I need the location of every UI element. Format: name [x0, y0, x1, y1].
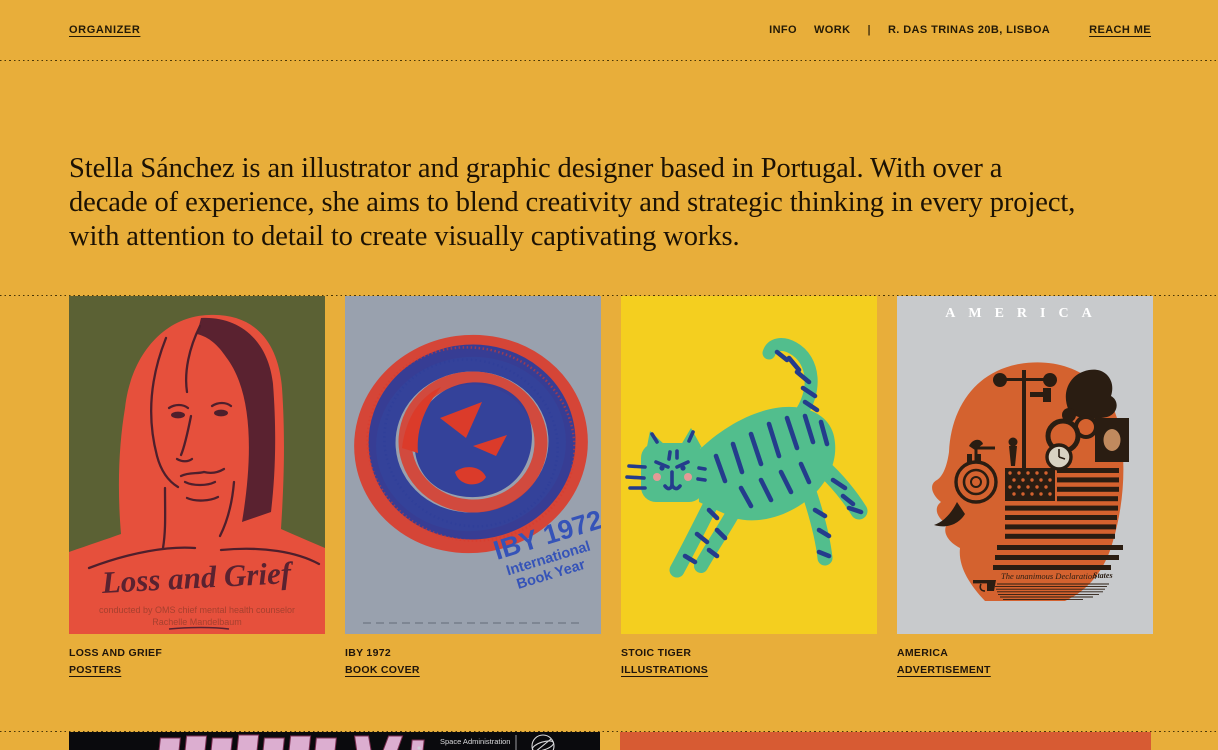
america-advertisement: AMERICA	[897, 296, 1153, 634]
project-caption: AMERICA ADVERTISEMENT	[897, 647, 1153, 678]
project-caption: STOIC TIGER ILLUSTRATIONS	[621, 647, 877, 678]
intro-line-2: decade of experience, she aims to blend …	[69, 186, 1158, 220]
declaration-states: States	[1093, 571, 1113, 580]
project-card-loss-and-grief: Loss and Grief conducted by OMS chief me…	[69, 296, 325, 678]
intro-paragraph: Stella Sánchez is an illustrator and gra…	[69, 152, 1158, 254]
america-heading: AMERICA	[945, 306, 1104, 321]
project-category-link[interactable]: ADVERTISEMENT	[897, 664, 991, 677]
project-title: IBY 1972	[345, 647, 601, 660]
project-category-link[interactable]: POSTERS	[69, 664, 121, 677]
stoic-tiger-illustration	[621, 296, 877, 634]
project-image-loss-and-grief[interactable]: Loss and Grief conducted by OMS chief me…	[69, 296, 325, 634]
intro-line-1: Stella Sánchez is an illustrator and gra…	[69, 152, 1158, 186]
logo-link[interactable]: ORGANIZER	[69, 24, 140, 36]
space-administration-text: Space Administration	[440, 737, 510, 746]
project-title: LOSS AND GRIEF	[69, 647, 325, 660]
poster-caption-2: Rachelle Mandelbaum	[152, 617, 242, 627]
project-image-stoic-tiger[interactable]	[621, 296, 877, 634]
main-nav: INFO WORK | R. DAS TRINAS 20B, LISBOA RE…	[769, 24, 1151, 36]
declaration-text-lines	[995, 584, 1109, 600]
project-caption: LOSS AND GRIEF POSTERS	[69, 647, 325, 678]
intro-line-3: with attention to detail to create visua…	[69, 220, 1158, 254]
iby-1972-cover: IBY 1972 International Book Year	[345, 296, 601, 634]
poster-caption-1: conducted by OMS chief mental health cou…	[99, 605, 295, 615]
project-card-stoic-tiger: STOIC TIGER ILLUSTRATIONS	[621, 296, 877, 678]
project-card-iby-1972: IBY 1972 International Book Year IBY 197…	[345, 296, 601, 678]
project-image-space-poster[interactable]: Space Administration	[69, 732, 600, 750]
star-speck	[417, 746, 420, 749]
project-category-link[interactable]: BOOK COVER	[345, 664, 420, 677]
project-category-link[interactable]: ILLUSTRATIONS	[621, 664, 708, 677]
project-image-america[interactable]: AMERICA	[897, 296, 1153, 634]
project-card-america: AMERICA	[897, 296, 1153, 678]
nav-work[interactable]: WORK	[814, 24, 850, 36]
orange-poster-partial	[620, 732, 1151, 750]
project-grid-row2: Space Administration	[69, 732, 1151, 750]
address-text: R. DAS TRINAS 20B, LISBOA	[888, 24, 1050, 36]
project-image-iby-1972[interactable]: IBY 1972 International Book Year	[345, 296, 601, 634]
project-image-orange-poster[interactable]	[620, 732, 1151, 750]
portfolio-page: ORGANIZER INFO WORK | R. DAS TRINAS 20B,…	[0, 0, 1218, 750]
nav-separator: |	[867, 24, 870, 36]
loss-and-grief-poster: Loss and Grief conducted by OMS chief me…	[69, 296, 325, 634]
project-title: STOIC TIGER	[621, 647, 877, 660]
header-divider	[0, 60, 1218, 61]
project-title: AMERICA	[897, 647, 1153, 660]
nav-reach-me[interactable]: REACH ME	[1089, 24, 1151, 36]
header: ORGANIZER INFO WORK | R. DAS TRINAS 20B,…	[0, 0, 1218, 60]
nav-info[interactable]: INFO	[769, 24, 797, 36]
space-poster-partial: Space Administration	[69, 732, 600, 750]
project-caption: IBY 1972 BOOK COVER	[345, 647, 601, 678]
declaration-heading: The unanimous Declaration	[1001, 571, 1096, 581]
project-grid: Loss and Grief conducted by OMS chief me…	[69, 296, 1151, 678]
